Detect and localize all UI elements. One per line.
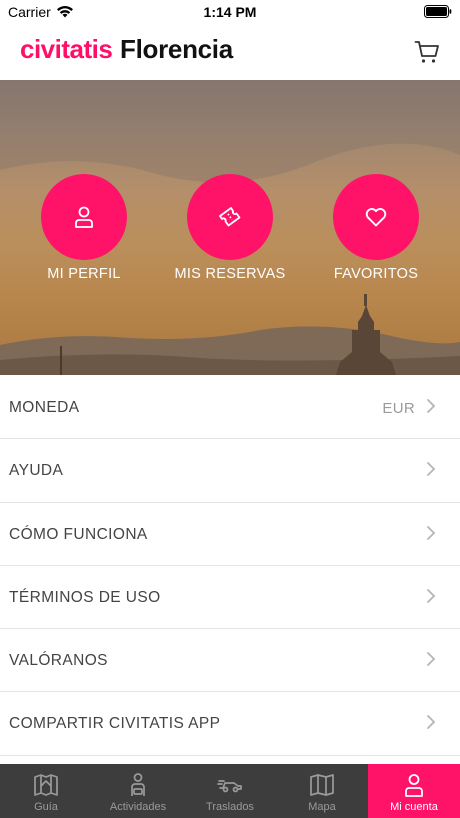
tab-guide[interactable]: Guía — [0, 764, 92, 818]
guide-icon — [34, 774, 58, 796]
menu-item-label: TÉRMINOS DE USO — [9, 588, 161, 606]
tab-activities[interactable]: Actividades — [92, 764, 184, 818]
menu-item-label: VALÓRANOS — [9, 652, 108, 670]
my-bookings-label[interactable]: MIS RESERVAS — [155, 266, 305, 282]
account-hero: MI PERFIL MIS RESERVAS FAVORITOS — [0, 80, 460, 375]
menu-item-label: CÓMO FUNCIONA — [9, 525, 148, 543]
favorites-button[interactable] — [333, 174, 419, 260]
city-title: Florencia — [120, 34, 233, 64]
brand-logo[interactable]: civitatis — [20, 34, 113, 65]
menu-item-label: COMPARTIR CIVITATIS APP — [9, 715, 221, 733]
tab-label: Mapa — [308, 801, 336, 813]
menu-item-rate-us[interactable]: VALÓRANOS — [0, 629, 460, 693]
tab-label: Mi cuenta — [390, 801, 438, 813]
chevron-right-icon — [427, 715, 436, 730]
menu-item-terms[interactable]: TÉRMINOS DE USO — [0, 566, 460, 630]
tab-my-account[interactable]: Mi cuenta — [368, 764, 460, 818]
favorites-label[interactable]: FAVORITOS — [301, 266, 451, 282]
ticket-icon — [219, 207, 241, 227]
my-profile-button[interactable] — [41, 174, 127, 260]
currency-value: EUR — [382, 400, 415, 417]
tab-transfers[interactable]: Traslados — [184, 764, 276, 818]
menu-item-how-it-works[interactable]: CÓMO FUNCIONA — [0, 503, 460, 566]
menu-item-currency[interactable]: MONEDA EUR — [0, 376, 460, 440]
heart-icon — [365, 208, 387, 227]
tab-map[interactable]: Mapa — [276, 764, 368, 818]
tab-label: Actividades — [109, 801, 167, 813]
account-menu: MONEDA EUR AYUDA CÓMO FUNCIONA TÉRMINOS … — [0, 376, 460, 756]
status-time: 1:14 PM — [203, 4, 257, 20]
activities-icon — [131, 773, 145, 796]
bottom-tab-bar: Guía Actividades Traslados Mapa Mi cuent… — [0, 764, 460, 818]
my-profile-label[interactable]: MI PERFIL — [9, 266, 159, 282]
menu-item-help[interactable]: AYUDA — [0, 439, 460, 503]
battery-icon — [424, 5, 452, 18]
status-bar: Carrier 1:14 PM — [0, 0, 460, 26]
chevron-right-icon — [427, 525, 436, 540]
tab-label: Guía — [34, 801, 58, 813]
chevron-right-icon — [427, 588, 436, 603]
my-bookings-button[interactable] — [187, 174, 273, 260]
map-icon — [310, 774, 334, 796]
chevron-right-icon — [427, 652, 436, 667]
menu-item-label: AYUDA — [9, 462, 64, 480]
app-header: civitatis Florencia — [0, 26, 460, 80]
chevron-right-icon — [427, 462, 436, 477]
person-icon — [75, 206, 93, 228]
tab-label: Traslados — [206, 801, 254, 813]
menu-item-label: MONEDA — [9, 399, 80, 416]
menu-item-share-app[interactable]: COMPARTIR CIVITATIS APP — [0, 692, 460, 756]
account-icon — [405, 774, 423, 797]
transfer-icon — [217, 780, 242, 793]
cart-icon[interactable] — [414, 39, 440, 65]
chevron-right-icon — [427, 399, 436, 413]
